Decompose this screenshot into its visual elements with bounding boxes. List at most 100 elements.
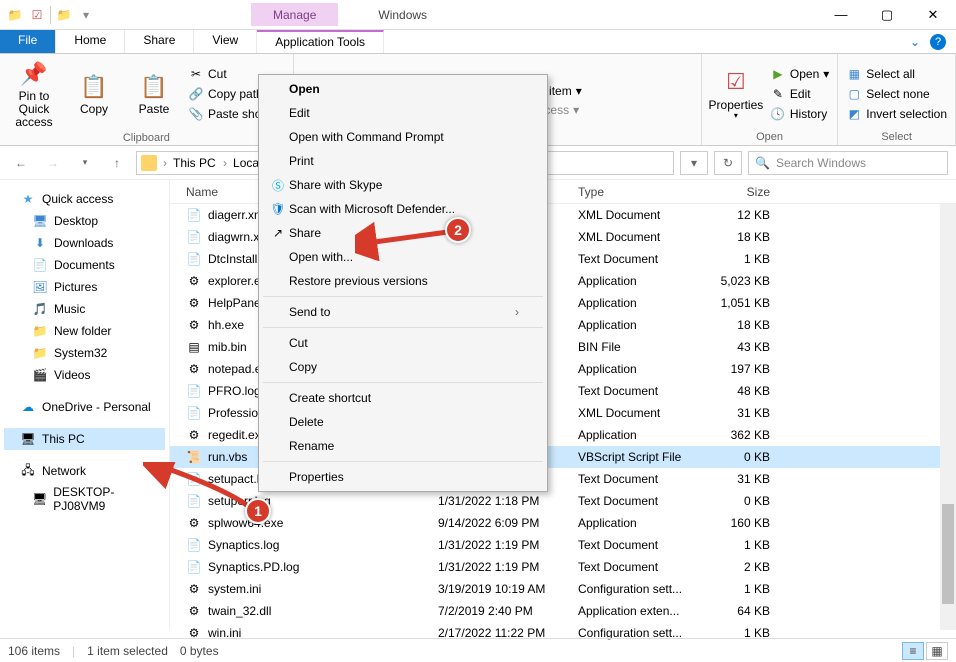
- file-icon: ⚙: [186, 317, 202, 333]
- tree-videos[interactable]: 🎬Videos: [4, 364, 165, 386]
- history-icon: 🕓: [770, 106, 786, 122]
- file-name: setuperr.log: [208, 494, 271, 508]
- up-button[interactable]: ↑: [104, 150, 130, 176]
- ctx-open[interactable]: Open: [259, 77, 547, 101]
- status-bar: 106 items | 1 item selected 0 bytes ≡ ▦: [0, 638, 956, 662]
- ctx-copy[interactable]: Copy: [259, 355, 547, 379]
- select-group-label: Select: [844, 131, 949, 143]
- file-type: Text Document: [570, 384, 700, 398]
- ctx-delete[interactable]: Delete: [259, 410, 547, 434]
- qat-chevron-icon[interactable]: ▾: [77, 6, 95, 24]
- ctx-shortcut[interactable]: Create shortcut: [259, 386, 547, 410]
- ctx-skype[interactable]: ⓈShare with Skype: [259, 173, 547, 197]
- file-type: Application exten...: [570, 604, 700, 618]
- file-icon: 📄: [186, 559, 202, 575]
- ctx-share[interactable]: ↗Share: [259, 221, 547, 245]
- tree-desktop[interactable]: 🖥Desktop: [4, 210, 165, 232]
- ctx-print[interactable]: Print: [259, 149, 547, 173]
- tab-application-tools[interactable]: Application Tools: [257, 30, 384, 53]
- select-none-button[interactable]: ▢Select none: [844, 85, 949, 103]
- large-icons-view-button[interactable]: ▦: [926, 642, 948, 660]
- file-row[interactable]: 📄Synaptics.log1/31/2022 1:19 PMText Docu…: [170, 534, 956, 556]
- file-row[interactable]: ⚙splwow64.exe9/14/2022 6:09 PMApplicatio…: [170, 512, 956, 534]
- tab-home[interactable]: Home: [56, 30, 125, 53]
- separator: [263, 296, 543, 297]
- file-name: mib.bin: [208, 340, 247, 354]
- recent-locations-button[interactable]: ▾: [72, 150, 98, 176]
- tree-desktop-pj[interactable]: 🖥DESKTOP-PJ08VM9: [4, 482, 165, 516]
- thispc-icon: 🖥: [20, 431, 36, 447]
- tree-music[interactable]: 🎵Music: [4, 298, 165, 320]
- ctx-defender[interactable]: 🛡Scan with Microsoft Defender...: [259, 197, 547, 221]
- ctx-sendto[interactable]: Send to›: [259, 300, 547, 324]
- addr-dropdown-button[interactable]: ▾: [680, 151, 708, 175]
- new-folder-icon[interactable]: 📁: [55, 6, 73, 24]
- search-input[interactable]: 🔍 Search Windows: [748, 151, 948, 175]
- separator: [50, 6, 51, 24]
- history-button[interactable]: 🕓History: [768, 105, 831, 123]
- breadcrumb-thispc[interactable]: This PC: [173, 156, 227, 170]
- file-row[interactable]: 📄Synaptics.PD.log1/31/2022 1:19 PMText D…: [170, 556, 956, 578]
- ctx-cmd[interactable]: Open with Command Prompt: [259, 125, 547, 149]
- open-button[interactable]: ▶Open ▾: [768, 65, 831, 83]
- file-row[interactable]: ⚙system.ini3/19/2019 10:19 AMConfigurati…: [170, 578, 956, 600]
- ctx-restore[interactable]: Restore previous versions: [259, 269, 547, 293]
- clipboard-group-label: Clipboard: [6, 132, 287, 144]
- tree-quick-access[interactable]: ★Quick access: [4, 188, 165, 210]
- maximize-button[interactable]: ▢: [864, 0, 910, 30]
- file-size: 160 KB: [700, 516, 778, 530]
- copy-button[interactable]: 📋Copy: [66, 69, 122, 118]
- forward-button[interactable]: →: [40, 150, 66, 176]
- tree-network[interactable]: 🖧Network: [4, 460, 165, 482]
- tree-thispc[interactable]: 🖥This PC: [4, 428, 165, 450]
- file-row[interactable]: ⚙twain_32.dll7/2/2019 2:40 PMApplication…: [170, 600, 956, 622]
- tab-share[interactable]: Share: [125, 30, 194, 53]
- nav-tree[interactable]: ★Quick access 🖥Desktop ⬇Downloads 📄Docum…: [0, 180, 170, 630]
- minimize-button[interactable]: —: [818, 0, 864, 30]
- status-bytes: 0 bytes: [180, 644, 219, 658]
- tree-pictures[interactable]: 🖼Pictures: [4, 276, 165, 298]
- back-button[interactable]: ←: [8, 150, 34, 176]
- details-view-button[interactable]: ≡: [902, 642, 924, 660]
- select-all-button[interactable]: ▦Select all: [844, 65, 949, 83]
- pin-quick-access-button[interactable]: 📌Pin to Quick access: [6, 56, 62, 132]
- window-controls: — ▢ ✕: [818, 0, 956, 30]
- tree-downloads[interactable]: ⬇Downloads: [4, 232, 165, 254]
- file-icon: ▤: [186, 339, 202, 355]
- col-type[interactable]: Type: [570, 185, 700, 199]
- tree-documents[interactable]: 📄Documents: [4, 254, 165, 276]
- scrollbar-thumb[interactable]: [942, 504, 954, 604]
- collapse-ribbon-icon[interactable]: ⌄: [910, 35, 920, 49]
- folder-icon: [141, 155, 157, 171]
- search-placeholder: Search Windows: [776, 156, 866, 170]
- scrollbar[interactable]: [940, 204, 956, 630]
- file-row[interactable]: 📄setuperr.log1/31/2022 1:18 PMText Docum…: [170, 490, 956, 512]
- ctx-edit[interactable]: Edit: [259, 101, 547, 125]
- help-icon[interactable]: ?: [930, 34, 946, 50]
- properties-button[interactable]: ☑Properties▾: [708, 65, 764, 123]
- refresh-button[interactable]: ↻: [714, 151, 742, 175]
- tree-system32[interactable]: 📁System32: [4, 342, 165, 364]
- tree-onedrive[interactable]: ☁OneDrive - Personal: [4, 396, 165, 418]
- file-type: Application: [570, 516, 700, 530]
- paste-button[interactable]: 📋Paste: [126, 69, 182, 118]
- close-button[interactable]: ✕: [910, 0, 956, 30]
- invert-selection-button[interactable]: ◩Invert selection: [844, 105, 949, 123]
- ctx-properties[interactable]: Properties: [259, 465, 547, 489]
- view-buttons: ≡ ▦: [902, 642, 948, 660]
- file-date: 1/31/2022 1:19 PM: [430, 560, 570, 574]
- file-type: Application: [570, 318, 700, 332]
- file-size: 18 KB: [700, 318, 778, 332]
- tree-newfolder[interactable]: 📁New folder: [4, 320, 165, 342]
- edit-button[interactable]: ✎Edit: [768, 85, 831, 103]
- properties-icon[interactable]: ☑: [28, 6, 46, 24]
- tab-file[interactable]: File: [0, 30, 56, 53]
- ctx-openwith[interactable]: Open with...: [259, 245, 547, 269]
- ctx-cut[interactable]: Cut: [259, 331, 547, 355]
- ctx-rename[interactable]: Rename: [259, 434, 547, 458]
- file-size: 1,051 KB: [700, 296, 778, 310]
- onedrive-icon: ☁: [20, 399, 36, 415]
- file-size: 1 KB: [700, 538, 778, 552]
- tab-view[interactable]: View: [194, 30, 257, 53]
- col-size[interactable]: Size: [700, 185, 778, 199]
